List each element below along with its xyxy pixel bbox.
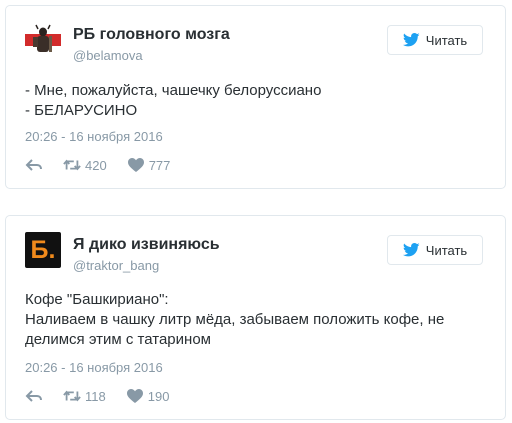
twitter-bird-icon bbox=[402, 33, 420, 47]
avatar[interactable]: Б. bbox=[25, 232, 61, 268]
retweet-count: 118 bbox=[85, 388, 106, 404]
heart-icon bbox=[127, 158, 144, 172]
twitter-bird-icon bbox=[402, 243, 420, 257]
author-name[interactable]: Я дико извиняюсь bbox=[73, 236, 220, 254]
like-button[interactable]: 190 bbox=[126, 388, 170, 404]
follow-button[interactable]: Читать bbox=[387, 235, 483, 265]
tweet-actions: 420 777 bbox=[25, 156, 190, 174]
follow-label: Читать bbox=[425, 242, 468, 258]
author-handle[interactable]: @belamova bbox=[73, 48, 143, 63]
reply-icon bbox=[25, 390, 42, 402]
retweet-button[interactable]: 118 bbox=[63, 388, 106, 404]
avatar[interactable] bbox=[25, 22, 61, 58]
retweet-count: 420 bbox=[85, 157, 107, 173]
heart-icon bbox=[126, 389, 143, 403]
retweet-button[interactable]: 420 bbox=[63, 157, 107, 173]
retweet-icon bbox=[63, 390, 81, 402]
author-name[interactable]: РБ головного мозга bbox=[73, 26, 230, 44]
reply-icon bbox=[25, 159, 42, 171]
reply-button[interactable] bbox=[25, 157, 43, 173]
like-count: 190 bbox=[147, 388, 170, 404]
avatar-flag-image bbox=[25, 22, 61, 58]
like-count: 777 bbox=[148, 157, 171, 173]
tweet-actions: 118 190 bbox=[25, 387, 189, 405]
avatar-letter: Б. bbox=[30, 235, 56, 264]
tweet-text: - Мне, пожалуйста, чашечку белоруссиано … bbox=[25, 82, 322, 119]
tweet-text: Кофе "Башкириано": Наливаем в чашку литр… bbox=[25, 291, 445, 348]
tweet-card: Б. Я дико извиняюсь @traktor_bang Читать… bbox=[5, 215, 506, 420]
like-button[interactable]: 777 bbox=[127, 157, 171, 173]
tweet-card: РБ головного мозга @belamova Читать - Мн… bbox=[5, 5, 506, 189]
tweet-timestamp[interactable]: 20:26 - 16 ноября 2016 bbox=[25, 360, 163, 375]
retweet-icon bbox=[63, 159, 81, 171]
tweet-timestamp[interactable]: 20:26 - 16 ноября 2016 bbox=[25, 129, 163, 144]
follow-label: Читать bbox=[425, 32, 468, 48]
author-handle[interactable]: @traktor_bang bbox=[73, 258, 159, 273]
reply-button[interactable] bbox=[25, 388, 43, 404]
follow-button[interactable]: Читать bbox=[387, 25, 483, 55]
